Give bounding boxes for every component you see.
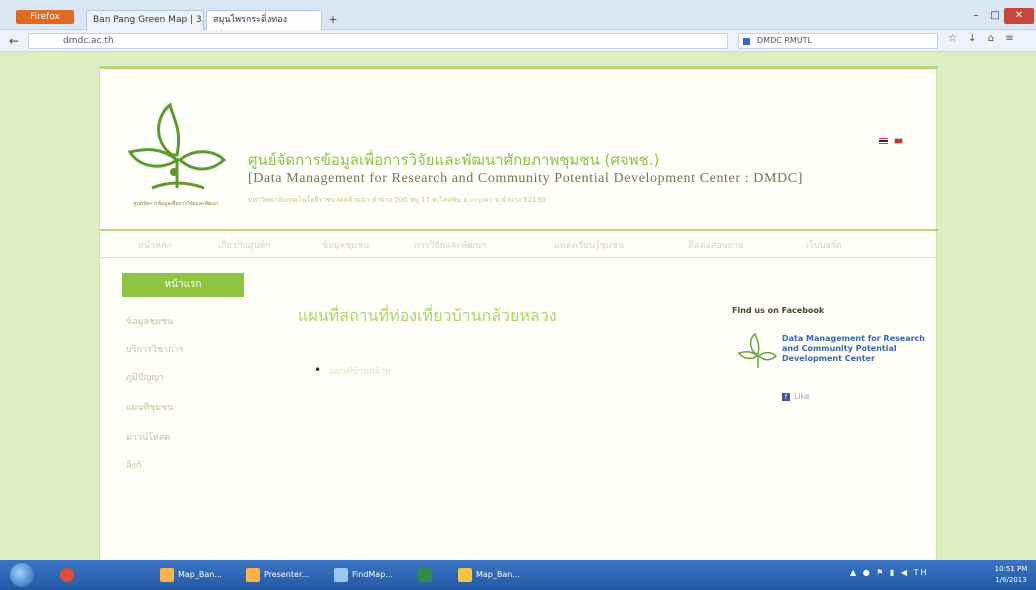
menu-item-webboard[interactable]: เว็บบอร์ด [806,238,842,252]
main-menu: หน้าหลัก เกี่ยวกับศูนย์ฯ ข้อมูลชุมชน การ… [100,234,938,256]
english-flag-icon[interactable] [894,138,904,144]
sidebar-item[interactable]: ภูมิปัญญา [126,370,164,384]
chrome-icon [60,567,74,582]
sidebar-item[interactable]: บริการวิชาการ [126,342,183,356]
system-tray[interactable]: ▲ ● ⚑ ▮ ◀ TH [850,568,928,577]
clock-time: 10:51 PM [994,565,1028,573]
tab-label: Ban Pang Green Map | 3... [93,15,204,25]
tab-active-page[interactable]: สมุนไพรกระดิ่งทอง [206,10,322,30]
taskbar-findmap[interactable]: FindMap... [334,564,393,586]
windows-taskbar: Map_Ban... Presenter... FindMap... Map_B… [0,560,1036,590]
back-arrow-icon[interactable]: ← [4,32,24,50]
new-tab-button[interactable]: + [324,12,342,28]
sidebar-item[interactable]: ลิงก์ [126,458,141,472]
maximize-button[interactable]: □ [986,8,1004,24]
taskbar-excel[interactable] [418,564,436,586]
close-window-button[interactable]: ✕ [1004,8,1034,24]
menu-item-research[interactable]: การวิจัยและพัฒนา [414,238,486,252]
url-text: dmdc.ac.th [63,36,114,46]
taskbar-map-ban-1[interactable]: Map_Ban... [160,564,222,586]
site-header: ศูนย์จัดการข้อมูลเพื่อการวิจัยและพัฒนา ศ… [100,76,938,216]
top-divider [100,66,938,69]
logo-caption: ศูนย์จัดการข้อมูลเพื่อการวิจัยและพัฒนา [133,201,219,207]
page-viewport: ศูนย์จัดการข้อมูลเพื่อการวิจัยและพัฒนา ศ… [0,52,1036,560]
taskbar-label: Map_Ban... [476,570,520,579]
facebook-like-label: Like [794,392,810,401]
facebook-widget-heading: Find us on Facebook [732,306,825,315]
document-icon [246,567,260,582]
clock-date: 1/6/2013 [995,576,1027,584]
thai-flag-icon[interactable] [879,138,888,144]
firefox-menu-button[interactable]: Firefox [16,10,74,24]
folder-icon [458,567,472,582]
sidebar-item[interactable]: แผนที่ชุมชน [126,400,173,414]
dmdc-leaf-logo-icon[interactable] [122,100,232,200]
menu-divider [100,229,938,231]
taskbar-clock[interactable]: 10:51 PM 1/6/2013 [990,564,1032,586]
menu-item-learning-sources[interactable]: แหล่งเรียนรู้ชุมชน [554,238,624,252]
site-title-thai: ศูนย์จัดการข้อมูลเพื่อการวิจัยและพัฒนาศั… [248,151,660,169]
tab-label: สมุนไพรกระดิ่งทอง [213,15,287,25]
site-subtitle: มหาวิทยาลัยเทคโนโลยีราชมงคลล้านนา ลำปาง … [248,196,546,204]
menu-bottom-divider [100,257,938,258]
input-language: TH [913,568,929,577]
taskbar-presenter[interactable]: Presenter... [246,564,309,586]
toolbar-icons[interactable]: ☆ ↓ ⌂ ≡ [948,33,1018,44]
facebook-like-row[interactable]: f Like [782,392,810,401]
site-title-english: [Data Management for Research and Commun… [248,171,803,186]
tab-ban-pang-green-map[interactable]: Ban Pang Green Map | 3... [86,10,204,30]
sidebar-item-active[interactable]: หน้าแรก [122,273,244,297]
menu-item-home[interactable]: หน้าหลัก [138,238,172,252]
sidebar-item[interactable]: ข้อมูลชุมชน [126,314,173,328]
page-title: แผนที่สถานที่ท่องเที่ยวบ้านกล้วยหลวง [298,306,557,325]
menu-item-contact[interactable]: ติดต่อสอบถาม [688,238,744,252]
taskbar-label: Presenter... [264,570,310,579]
document-icon [334,567,348,582]
sidebar-item[interactable]: ดาวน์โหลด [126,430,170,444]
taskbar-label: FindMap... [352,570,393,579]
page-frame: ศูนย์จัดการข้อมูลเพื่อการวิจัยและพัฒนา ศ… [99,66,938,560]
document-icon [160,567,174,582]
taskbar-chrome[interactable] [60,564,78,586]
browser-tab-bar: Firefox Ban Pang Green Map | 3... สมุนไพ… [0,0,1036,30]
search-engine-icon [743,38,750,45]
excel-icon [418,567,432,582]
search-placeholder: DMDC RMUTL [757,36,813,45]
language-switcher [876,136,904,147]
url-bar[interactable]: dmdc.ac.th [28,33,728,49]
search-box[interactable]: DMDC RMUTL [738,33,938,49]
facebook-icon: f [782,393,790,401]
taskbar-label: Map_Ban... [178,570,222,579]
start-button[interactable] [10,563,34,587]
menu-item-about[interactable]: เกี่ยวกับศูนย์ฯ [218,238,270,252]
taskbar-map-ban-2[interactable]: Map_Ban... [458,564,520,586]
map-link-item[interactable]: แผนที่บ้านกล้วย [314,363,390,378]
browser-nav-bar: ← dmdc.ac.th DMDC RMUTL ☆ ↓ ⌂ ≡ [0,30,1036,52]
dmdc-mini-logo-icon [737,332,778,368]
minimize-button[interactable]: – [966,8,986,24]
menu-item-community-data[interactable]: ข้อมูลชุมชน [322,238,369,252]
facebook-page-name[interactable]: Data Management for Research and Communi… [782,334,932,364]
